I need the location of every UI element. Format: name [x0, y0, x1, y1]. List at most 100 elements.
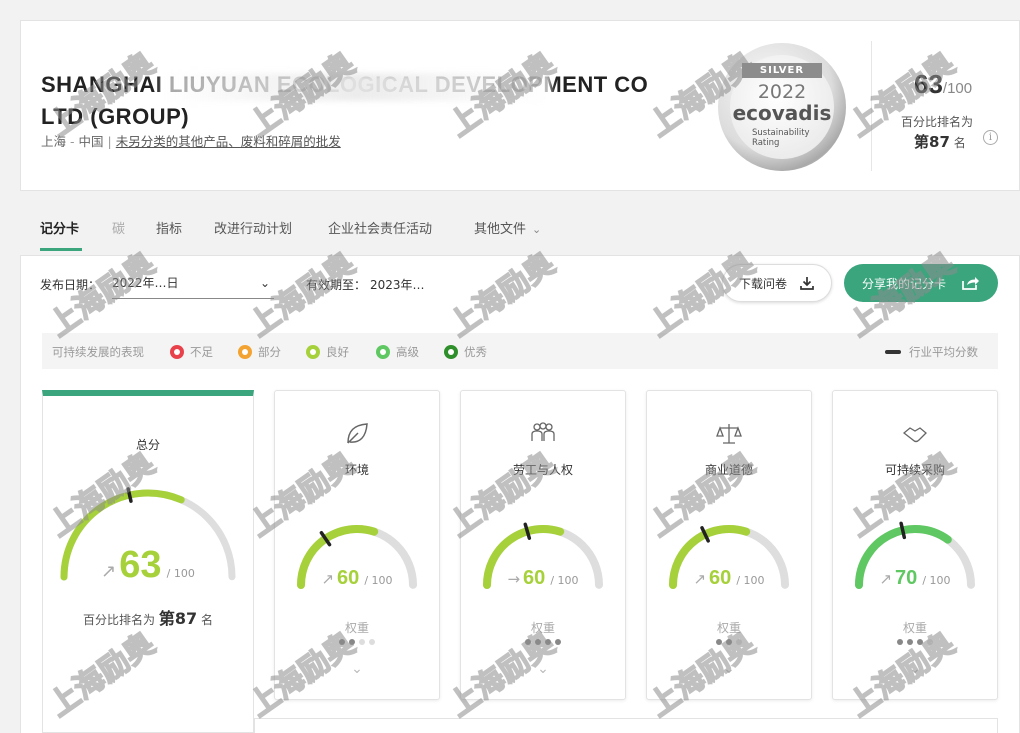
download-icon	[800, 277, 814, 290]
header-score: 63/100	[914, 69, 972, 100]
theme-score: ↗ 60 / 100	[275, 567, 439, 590]
header-rank-label: 百分比排名为	[901, 115, 974, 129]
leaf-icon	[275, 421, 439, 451]
theme-score: → 60 / 100	[461, 567, 625, 590]
tab-csr-activities[interactable]: 企业社会责任活动	[328, 218, 432, 237]
status-dot-icon	[376, 345, 390, 359]
company-header-card: SHANGHAI LIUYUAN ECOLOGICAL DEVELOPMENT …	[20, 20, 1020, 191]
overall-rank: 百分比排名为 第87 名	[43, 605, 253, 629]
legend-partial: 部分	[238, 344, 281, 360]
theme-score-value: 60	[337, 567, 360, 589]
rank-suffix: 名	[953, 136, 966, 150]
rank-value: 87	[929, 133, 950, 151]
theme-weight-label: 权重	[530, 621, 555, 635]
rank-prefix: 第	[914, 133, 930, 151]
overall-score: ↗63 / 100	[43, 544, 253, 587]
theme-score-total: / 100	[550, 574, 579, 587]
theme-score: ↗ 70 / 100	[833, 567, 997, 590]
legend-label: 高级	[396, 345, 419, 359]
tab-other-documents-label: 其他文件	[474, 222, 527, 237]
chevron-down-icon[interactable]: ⌄	[461, 661, 625, 677]
trend-up-icon: ↗	[693, 570, 707, 588]
tab-carbon[interactable]: 碳	[112, 218, 125, 237]
legend-title: 可持续发展的表现	[52, 345, 144, 359]
tab-action-plan[interactable]: 改进行动计划	[214, 218, 292, 237]
share-button-label: 分享我的记分卡	[861, 276, 946, 291]
chevron-down-icon[interactable]: ⌄	[833, 661, 997, 677]
overall-score-total: / 100	[166, 567, 195, 580]
header-score-value: 63	[914, 69, 943, 99]
weight-indicator	[647, 639, 811, 645]
tab-indicators[interactable]: 指标	[156, 218, 182, 237]
status-dot-icon	[170, 345, 184, 359]
theme-score-value: 60	[523, 567, 546, 589]
theme-weight-label: 权重	[344, 621, 369, 635]
chevron-down-icon[interactable]: ⌄	[647, 661, 811, 677]
trend-up-icon: ↗	[879, 570, 893, 588]
active-tab-indicator	[40, 248, 82, 251]
legend-label: 良好	[326, 345, 349, 359]
people-icon	[461, 421, 625, 451]
theme-card-labor-human-rights[interactable]: 劳工与人权 → 60 / 100 权重 ⌄	[460, 390, 626, 700]
legend-avg-label: 行业平均分数	[909, 345, 978, 359]
theme-score-total: / 100	[364, 574, 393, 587]
header-score-total: /100	[942, 80, 973, 97]
average-marker-icon	[885, 350, 901, 354]
ecovadis-silver-medal: SILVER 2022 ecovadis Sustainability Rati…	[718, 43, 846, 171]
legend-advanced: 高级	[376, 344, 419, 360]
trend-up-icon: ↗	[321, 570, 335, 588]
overall-score-value: 63	[119, 544, 162, 586]
legend-label: 部分	[258, 345, 281, 359]
download-button-label: 下载问卷	[738, 276, 787, 291]
theme-weight-label: 权重	[716, 621, 741, 635]
theme-card-sustainable-procurement[interactable]: 可持续采购 ↗ 70 / 100 权重 ⌄	[832, 390, 998, 700]
theme-title: 商业道德	[704, 463, 753, 477]
tab-scorecard[interactable]: 记分卡	[40, 218, 79, 237]
medal-subtitle: Sustainability	[752, 128, 810, 138]
theme-weight-label: 权重	[902, 621, 927, 635]
chevron-down-icon: ⌄	[259, 276, 270, 290]
status-dot-icon	[306, 345, 320, 359]
industry-average-marker	[899, 521, 907, 540]
legend-good: 良好	[306, 344, 349, 360]
theme-score: ↗ 60 / 100	[647, 567, 811, 590]
weight-indicator	[461, 639, 625, 645]
city: 上海	[41, 134, 67, 149]
theme-score-value: 70	[895, 567, 918, 589]
theme-score-value: 60	[709, 567, 732, 589]
medal-year: 2022	[757, 81, 807, 103]
industry-average-marker	[126, 487, 133, 503]
publish-date-select[interactable]: 2022年…日 ⌄	[112, 270, 274, 299]
valid-until-label: 有效期至：	[306, 278, 367, 292]
overall-score-card[interactable]: 总分 ↗63 / 100 百分比排名为 第87 名	[42, 390, 254, 733]
theme-title: 可持续采购	[884, 463, 945, 477]
tab-other-documents[interactable]: 其他文件 ⌄	[474, 218, 541, 237]
info-icon[interactable]: i	[983, 130, 998, 145]
scales-icon	[647, 421, 811, 451]
details-panel-edge	[254, 718, 998, 733]
overall-rank-label: 百分比排名为	[83, 613, 156, 627]
share-scorecard-button[interactable]: 分享我的记分卡	[844, 264, 998, 302]
chevron-down-icon[interactable]: ⌄	[275, 661, 439, 677]
header-rank: 第87 名	[914, 131, 966, 152]
performance-legend: 可持续发展的表现 不足 部分 良好 高级 优秀 行业平均分数	[42, 333, 998, 369]
legend-insufficient: 不足	[170, 344, 213, 360]
country: 中国	[78, 134, 104, 149]
status-dot-icon	[238, 345, 252, 359]
overall-rank-value: 87	[174, 609, 198, 628]
trend-up-icon: ↗	[101, 561, 117, 582]
valid-until-value: 2023年…	[370, 278, 425, 292]
legend-outstanding: 优秀	[444, 344, 487, 360]
theme-score-total: / 100	[736, 574, 765, 587]
download-questionnaire-button[interactable]: 下载问卷	[722, 264, 832, 302]
overall-rank-prefix: 第	[158, 609, 175, 628]
legend-label: 优秀	[464, 345, 487, 359]
industry-link[interactable]: 未另分类的其他产品、废料和碎屑的批发	[116, 134, 341, 149]
theme-card-ethics[interactable]: 商业道德 ↗ 60 / 100 权重 ⌄	[646, 390, 812, 700]
chevron-down-icon: ⌄	[532, 223, 542, 236]
industry-average-marker	[523, 522, 532, 540]
publish-date-value: 2022年…日	[112, 276, 179, 290]
share-icon	[962, 277, 979, 290]
theme-card-environment[interactable]: 环境 ↗ 60 / 100 权重 ⌄	[274, 390, 440, 700]
theme-title: 劳工与人权	[512, 463, 573, 477]
